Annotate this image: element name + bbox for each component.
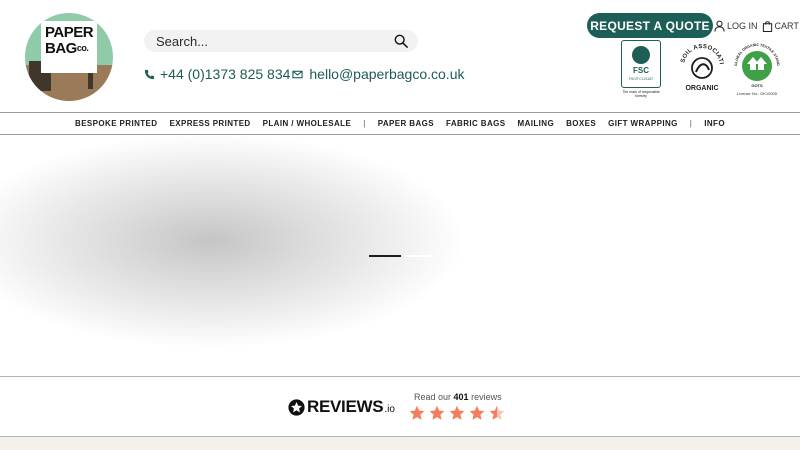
- search-input[interactable]: Search...: [156, 34, 394, 49]
- logo-text-suffix: co.: [76, 43, 89, 53]
- fsc-code: FSC® C121187: [628, 77, 654, 81]
- star-icon: [469, 405, 485, 420]
- star-icon: [429, 405, 445, 420]
- nav-separator: |: [363, 119, 366, 128]
- phone-icon: [144, 69, 155, 79]
- login-link[interactable]: LOG IN: [727, 21, 758, 31]
- account-links: LOG IN CART: [714, 18, 799, 34]
- rating-stars: [409, 405, 505, 421]
- fsc-certification-badge: FSC FSC® C121187 The mark of responsible…: [619, 40, 663, 100]
- reviews-bar[interactable]: REVIEWS .io Read our 401 reviews: [0, 376, 800, 437]
- nav-fabric-bags[interactable]: FABRIC BAGS: [446, 119, 506, 128]
- soil-organic-text: ORGANIC: [685, 85, 718, 92]
- reviews-tld: .io: [384, 404, 395, 415]
- hero-carousel: [0, 136, 800, 376]
- nav-info[interactable]: INFO: [704, 119, 725, 128]
- cart-label: CART: [774, 21, 799, 31]
- soil-association-organic-badge: SOIL ASSOCIATION ORGANIC: [676, 40, 724, 92]
- reviews-io-logo[interactable]: REVIEWS .io: [288, 397, 395, 417]
- hero-loading-placeholder: [0, 136, 460, 346]
- footer-strip: [0, 437, 800, 450]
- reviews-prefix: Read our: [414, 392, 452, 402]
- paper-bag-co-logo[interactable]: PAPER BAGco.: [25, 13, 113, 101]
- star-icon: [449, 405, 465, 420]
- cart-link[interactable]: CART: [762, 20, 799, 32]
- email-icon: [292, 70, 304, 78]
- nav-express-printed[interactable]: EXPRESS PRINTED: [169, 119, 250, 128]
- logo-label: PAPER BAGco.: [41, 21, 97, 73]
- star-icon: [409, 405, 425, 420]
- logo-text-line1: PAPER: [45, 24, 94, 41]
- search-icon[interactable]: [394, 34, 408, 48]
- gots-emblem: GLOBAL ORGANIC TEXTILE STANDARD GOTS: [732, 37, 780, 88]
- email-link[interactable]: hello@paperbagco.co.uk: [309, 66, 464, 82]
- reviews-count: 401: [453, 392, 469, 402]
- reviews-count-text: Read our 401 reviews: [414, 392, 502, 402]
- phone-link[interactable]: +44 (0)1373 825 834: [160, 66, 290, 82]
- carousel-indicator-active[interactable]: [369, 255, 401, 257]
- user-icon[interactable]: [714, 20, 725, 32]
- star-badge-icon: [288, 398, 305, 416]
- request-quote-button[interactable]: REQUEST A QUOTE: [587, 13, 713, 38]
- contact-row: +44 (0)1373 825 834 hello@paperbagco.co.…: [144, 64, 464, 84]
- reviews-brand: REVIEWS: [307, 397, 384, 416]
- gots-certification-badge: GLOBAL ORGANIC TEXTILE STANDARD GOTS Lic…: [732, 37, 781, 98]
- fsc-tree-icon: [632, 46, 650, 64]
- nav-bespoke-printed[interactable]: BESPOKE PRINTED: [75, 119, 157, 128]
- logo-text-bag: BAG: [45, 40, 77, 57]
- star-icon: [489, 405, 505, 420]
- nav-paper-bags[interactable]: PAPER BAGS: [378, 119, 434, 128]
- main-nav: BESPOKE PRINTED EXPRESS PRINTED PLAIN / …: [0, 113, 800, 135]
- page: PAPER BAGco. Search... +44 (0)1373 825 8…: [0, 0, 800, 450]
- carousel-indicator[interactable]: [405, 255, 433, 257]
- nav-boxes[interactable]: BOXES: [566, 119, 596, 128]
- nav-gift-wrapping[interactable]: GIFT WRAPPING: [608, 119, 678, 128]
- nav-separator: |: [689, 119, 693, 128]
- gots-short: GOTS: [751, 83, 763, 88]
- site-header: PAPER BAGco. Search... +44 (0)1373 825 8…: [0, 0, 800, 113]
- fsc-tagline: The mark of responsible forestry: [622, 90, 660, 98]
- shopping-bag-icon: [762, 21, 772, 32]
- fsc-label: FSC: [633, 66, 649, 75]
- reviews-suffix: reviews: [471, 392, 502, 402]
- search-box[interactable]: Search...: [144, 30, 418, 52]
- nav-mailing[interactable]: MAILING: [518, 119, 555, 128]
- soil-association-text: SOIL ASSOCIATION: [676, 40, 724, 65]
- svg-text:SOIL ASSOCIATION: SOIL ASSOCIATION: [676, 40, 724, 65]
- gots-license: License No.: DK10005: [736, 91, 778, 96]
- nav-plain-wholesale[interactable]: PLAIN / WHOLESALE: [263, 119, 352, 128]
- logo-text-line2: BAGco.: [45, 40, 95, 57]
